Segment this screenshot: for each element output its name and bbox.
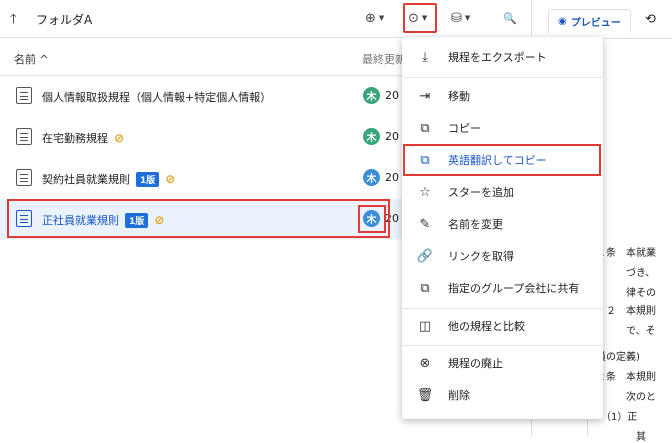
menu-item-label: 指定のグループ会社に共有: [448, 282, 580, 295]
menu-item-export[interactable]: ⤓ 規程をエクスポート: [402, 42, 603, 72]
avatar: 木: [363, 169, 380, 186]
abolish-icon: ⊗: [419, 355, 431, 371]
menu-item-label: スターを追加: [448, 186, 514, 199]
menu-item-move[interactable]: ⇥ 移動: [402, 81, 603, 111]
preview-text-line: づき、: [596, 268, 656, 279]
database-settings-icon: ⛁: [451, 10, 462, 26]
avatar: 木: [363, 128, 380, 145]
version-badge: 1版: [136, 171, 160, 187]
menu-item-label: コピー: [448, 122, 481, 135]
link-icon: 🔗: [416, 248, 434, 264]
selected-row-highlight: [7, 199, 390, 238]
plus-circle-icon: ⊕: [365, 10, 376, 26]
chevron-down-icon: ▼: [378, 14, 385, 22]
tab-preview-label: プレビュー: [570, 18, 621, 29]
avatar: 木: [363, 87, 380, 104]
folder-title: フォルダA: [36, 13, 93, 27]
menu-divider: [402, 345, 603, 346]
menu-item-delete[interactable]: 🗑 削除: [402, 380, 603, 410]
preview-text-line: ２条 本規則: [596, 372, 656, 383]
menu-item-label: 規程の廃止: [448, 357, 503, 370]
row-name: 契約社員就業規則: [42, 173, 130, 186]
menu-item-compare[interactable]: ◫ 他の規程と比較: [402, 311, 603, 341]
compare-icon: ◫: [418, 318, 432, 334]
copy-icon: ⧉: [420, 120, 430, 136]
document-icon: [16, 128, 32, 145]
preview-text-line: で、そ: [596, 326, 656, 337]
menu-item-get-link[interactable]: 🔗 リンクを取得: [402, 241, 603, 271]
arrow-up-icon[interactable]: 🡑: [10, 10, 17, 32]
search-button[interactable]: 🔍: [503, 7, 517, 29]
pencil-icon: ✎: [419, 216, 431, 232]
menu-item-share-group[interactable]: ⧉ 指定のグループ会社に共有: [402, 273, 603, 303]
translate-copy-highlight: [403, 144, 601, 176]
document-icon: [16, 87, 32, 104]
export-icon: ⤓: [422, 49, 428, 65]
share-icon: ⧉: [420, 280, 430, 296]
eye-icon: ◉: [558, 16, 567, 27]
menu-item-label: 規程をエクスポート: [448, 51, 547, 64]
tab-preview[interactable]: ◉ プレビュー: [548, 9, 631, 33]
row-name: 個人情報取扱規程（個人情報+特定個人情報）: [42, 91, 272, 104]
star-icon: ☆: [419, 184, 431, 200]
row-name: 在宅勤務規程: [42, 132, 108, 145]
menu-item-label: 他の規程と比較: [448, 320, 525, 333]
preview-text-line: 次のと: [596, 392, 656, 403]
menu-divider: [402, 308, 603, 309]
search-icon: 🔍: [503, 11, 517, 25]
trash-icon: 🗑: [416, 387, 434, 403]
column-header-updated[interactable]: 最終更新: [362, 51, 402, 67]
history-icon[interactable]: ⟲: [645, 12, 656, 27]
more-button-highlight: [403, 3, 437, 33]
menu-item-abolish[interactable]: ⊗ 規程の廃止: [402, 348, 603, 378]
row-date: 20: [385, 171, 399, 184]
row-date: 20: [385, 130, 399, 143]
preview-text-line: ２ 本規則: [596, 306, 656, 317]
avatar-highlight: [358, 205, 386, 233]
menu-item-label: 移動: [448, 90, 470, 103]
menu-item-rename[interactable]: ✎ 名前を変更: [402, 209, 603, 239]
column-header-name[interactable]: 名前 ^: [14, 51, 49, 67]
menu-item-label: 削除: [448, 389, 470, 402]
menu-item-copy[interactable]: ⧉ コピー: [402, 113, 603, 143]
context-menu: ⤓ 規程をエクスポート ⇥ 移動 ⧉ コピー ⧉ 英語翻訳してコピー ☆ スター…: [402, 37, 603, 419]
approved-check-icon: ⊘: [114, 131, 125, 145]
preview-text-line: １条 本就業: [596, 248, 656, 259]
row-date: 20: [385, 89, 399, 102]
settings-button[interactable]: ⛁ ▼: [451, 7, 470, 29]
menu-item-label: リンクを取得: [448, 250, 514, 263]
add-button[interactable]: ⊕ ▼: [365, 7, 384, 29]
menu-item-label: 名前を変更: [448, 218, 503, 231]
chevron-down-icon: ▼: [464, 14, 471, 22]
preview-text-line: 律その: [596, 288, 656, 299]
approved-check-icon: ⊘: [165, 172, 176, 186]
menu-item-star[interactable]: ☆ スターを追加: [402, 177, 603, 207]
menu-divider: [402, 77, 603, 78]
move-icon: ⇥: [419, 88, 431, 104]
document-icon: [16, 169, 32, 186]
toolbar: 🡑 フォルダA ⊕ ▼ ⊙ ▼ ⛁ ▼ 🔍: [0, 0, 530, 38]
